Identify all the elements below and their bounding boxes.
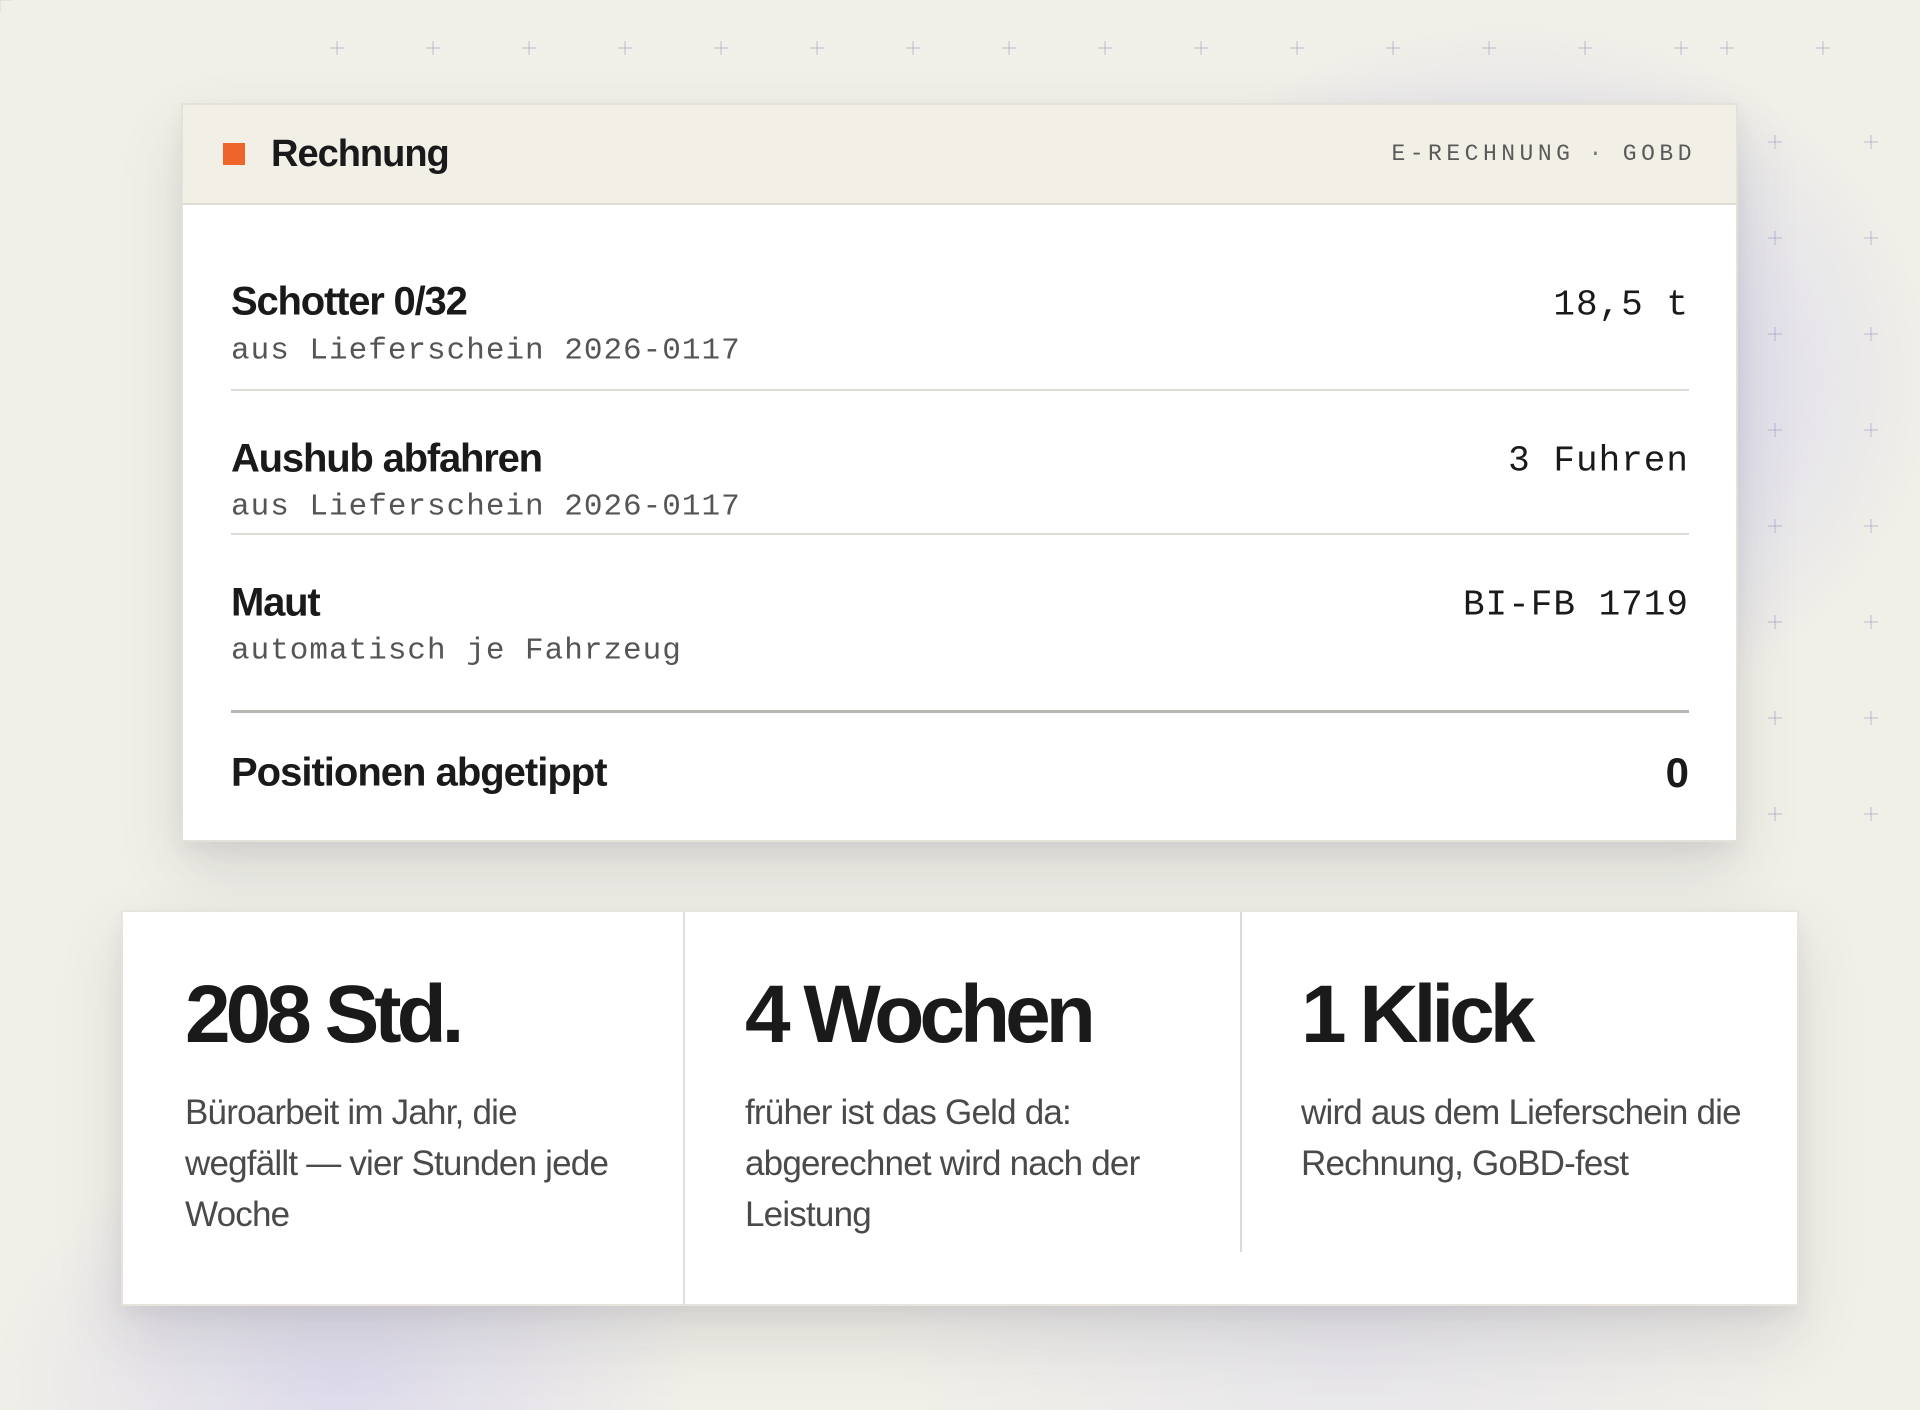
line-item-name: Schotter 0/32 <box>231 279 468 324</box>
plus-mark <box>1864 615 1878 629</box>
stat-value: 208 Std. <box>185 969 464 1060</box>
line-item-source: automatisch je Fahrzeug <box>231 633 682 669</box>
orange-square-icon <box>223 143 245 165</box>
plus-mark <box>1578 41 1592 55</box>
plus-mark <box>1768 519 1782 533</box>
plus-mark <box>1768 423 1782 437</box>
line-item: Aushub abfahren aus Lieferschein 2026-01… <box>231 391 1689 535</box>
compliance-tags: E-RECHNUNG · GOBD <box>1391 141 1696 167</box>
plus-mark <box>1864 231 1878 245</box>
plus-mark <box>1768 807 1782 821</box>
plus-mark <box>1864 519 1878 533</box>
invoice-summary: Positionen abgetippt 0 <box>231 710 1689 838</box>
summary-value: 0 <box>1665 749 1689 796</box>
tag-gobd: GOBD <box>1622 141 1696 167</box>
line-item-name: Aushub abfahren <box>231 436 543 481</box>
stats-card: 208 Std. Büroarbeit im Jahr, die wegfäll… <box>121 910 1799 1306</box>
line-item: Maut automatisch je Fahrzeug BI-FB 1719 <box>231 535 1689 710</box>
line-item-name: Maut <box>231 580 321 625</box>
plus-mark <box>1674 41 1688 55</box>
plus-mark <box>1768 231 1782 245</box>
plus-mark <box>1816 41 1830 55</box>
plus-mark <box>1098 41 1112 55</box>
plus-mark <box>906 41 920 55</box>
stat-weeks-earlier: 4 Wochen früher ist das Geld da: abgerec… <box>683 912 1241 1304</box>
plus-mark <box>1864 423 1878 437</box>
stat-value: 1 Klick <box>1301 969 1535 1060</box>
line-item-quantity: 18,5 t <box>1553 284 1689 326</box>
plus-mark <box>1768 711 1782 725</box>
stat-one-click: 1 Klick wird aus dem Lieferschein die Re… <box>1241 912 1799 1304</box>
plus-mark <box>426 41 440 55</box>
stat-description: wird aus dem Lieferschein die Rechnung, … <box>1301 1093 1742 1183</box>
line-item-source: aus Lieferschein 2026-0117 <box>231 489 741 525</box>
plus-mark <box>1002 41 1016 55</box>
stat-hours-saved: 208 Std. Büroarbeit im Jahr, die wegfäll… <box>123 912 683 1304</box>
plus-mark <box>1482 41 1496 55</box>
plus-mark <box>1290 41 1304 55</box>
plus-mark <box>1768 327 1782 341</box>
tag-e-rechnung: E-RECHNUNG <box>1391 141 1575 167</box>
invoice-header: Rechnung E-RECHNUNG · GOBD <box>183 105 1736 205</box>
plus-mark <box>618 41 632 55</box>
tag-separator: · <box>1588 141 1607 167</box>
summary-label: Positionen abgetippt <box>231 750 608 795</box>
line-item: Schotter 0/32 aus Lieferschein 2026-0117… <box>231 205 1689 391</box>
stat-value: 4 Wochen <box>745 969 1096 1060</box>
plus-mark <box>1864 807 1878 821</box>
plus-mark <box>1768 615 1782 629</box>
line-item-source: aus Lieferschein 2026-0117 <box>231 333 741 369</box>
invoice-line-items: Schotter 0/32 aus Lieferschein 2026-0117… <box>183 205 1736 710</box>
stat-description: Büroarbeit im Jahr, die wegfällt — vier … <box>185 1093 609 1234</box>
plus-mark <box>1864 711 1878 725</box>
plus-mark <box>1864 135 1878 149</box>
line-item-quantity: BI-FB 1719 <box>1462 584 1689 626</box>
stat-description: früher ist das Geld da: abgerechnet wird… <box>745 1093 1140 1234</box>
plus-mark <box>1768 135 1782 149</box>
plus-mark <box>810 41 824 55</box>
line-item-quantity: 3 Fuhren <box>1508 440 1689 482</box>
plus-mark <box>522 41 536 55</box>
plus-mark <box>1386 41 1400 55</box>
plus-mark <box>330 41 344 55</box>
plus-mark <box>1720 41 1734 55</box>
invoice-card: Rechnung E-RECHNUNG · GOBD Schotter 0/32… <box>181 103 1738 842</box>
plus-mark <box>1194 41 1208 55</box>
plus-mark <box>714 41 728 55</box>
invoice-title: Rechnung <box>271 132 450 175</box>
plus-mark <box>1864 327 1878 341</box>
